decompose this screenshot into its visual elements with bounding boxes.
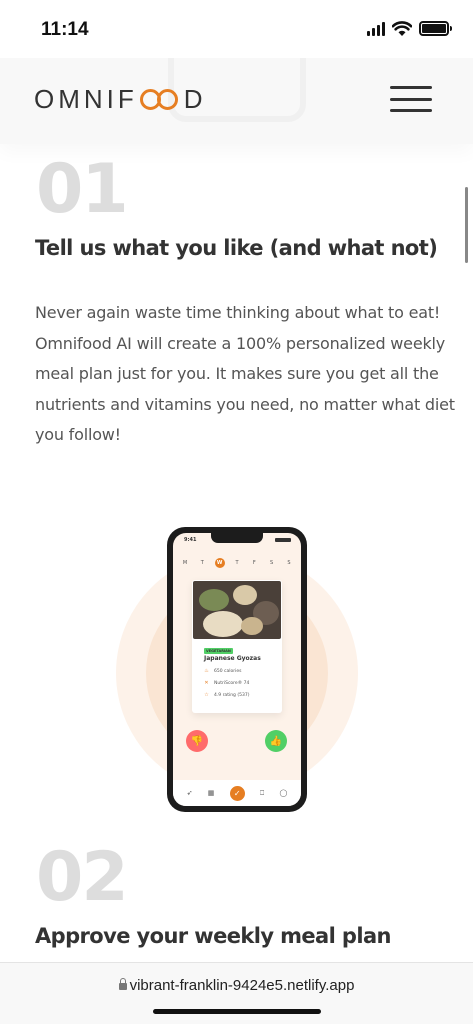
phone-mockup: 9:41 M T W T F S S VEGETARIAN Japanese G… [167,527,307,812]
thumbs-down-icon: 👎 [186,730,208,752]
logo-text-end: D [183,84,207,114]
user-icon: ◯ [279,789,288,797]
status-icons [367,21,452,36]
browser-address-bar[interactable]: vibrant-franklin-9424e5.netlify.app [0,962,473,1024]
step-description: Never again waste time thinking about wh… [35,303,455,444]
calendar-icon: ▦ [207,789,215,797]
logo-text-start: OMNIF [34,84,138,114]
phone-notch [211,533,263,543]
wifi-icon [392,21,412,36]
meal-calories: ♨ 650 calories [204,668,241,674]
nutrients-icon: ✕ [204,680,209,686]
weekday-wed-active: W [214,558,225,568]
thumbs-up-icon: 👍 [265,730,287,752]
star-icon: ☆ [204,692,209,698]
status-time: 11:14 [41,19,89,40]
meal-rating: ☆ 4.9 rating (537) [204,692,249,698]
weekday-fri: F [252,560,256,566]
meal-nutriscore: ✕ NutriScore® 74 [204,680,249,686]
site-header: OMNIF D [0,58,473,144]
logo-oo-mark [139,89,182,110]
hamburger-menu-icon[interactable] [390,86,432,112]
battery-icon [419,21,452,36]
weekday-thu: T [235,560,239,566]
lock-icon [118,978,127,990]
step-number: 02 [36,838,129,917]
cellular-signal-icon [367,21,385,36]
weekday-selector: M T W T F S S [180,558,294,568]
weekday-sat: S [270,560,274,566]
step-title: Approve your weekly meal plan [35,924,391,948]
status-bar: 11:14 [0,0,473,58]
flame-icon: ♨ [204,668,209,674]
omnifood-logo[interactable]: OMNIF D [34,84,207,115]
rocket-icon: ➶ [186,789,193,797]
meal-photo [193,581,281,639]
phone-screen: 9:41 M T W T F S S VEGETARIAN Japanese G… [173,533,301,806]
weekday-sun: S [287,560,291,566]
home-indicator[interactable] [153,1009,321,1014]
weekday-tue: T [200,560,204,566]
how-it-works-section: 01 Tell us what you like (and what not) … [0,144,473,962]
bookmark-icon: ⎕ [259,788,265,797]
url-text: vibrant-franklin-9424e5.netlify.app [129,977,355,994]
meal-nutriscore-text: NutriScore® 74 [214,680,250,686]
weekday-mon: M [182,560,188,566]
url-display[interactable]: vibrant-franklin-9424e5.netlify.app [0,977,473,994]
page-scrollbar[interactable] [465,187,468,263]
meal-calories-text: 650 calories [214,668,242,674]
meal-diet-badge: VEGETARIAN [204,648,233,654]
checkmark-icon: ✓ [229,785,245,801]
meal-name: Japanese Gyozas [204,655,261,662]
meal-card: VEGETARIAN Japanese Gyozas ♨ 650 calorie… [192,580,282,713]
phone-tab-bar: ➶ ▦ ✓ ⎕ ◯ [173,780,301,806]
phone-time: 9:41 [184,537,197,543]
phone-status-icons [275,538,291,542]
meal-rating-text: 4.9 rating (537) [214,692,250,698]
step-number: 01 [36,150,129,229]
step-title: Tell us what you like (and what not) [35,236,438,260]
